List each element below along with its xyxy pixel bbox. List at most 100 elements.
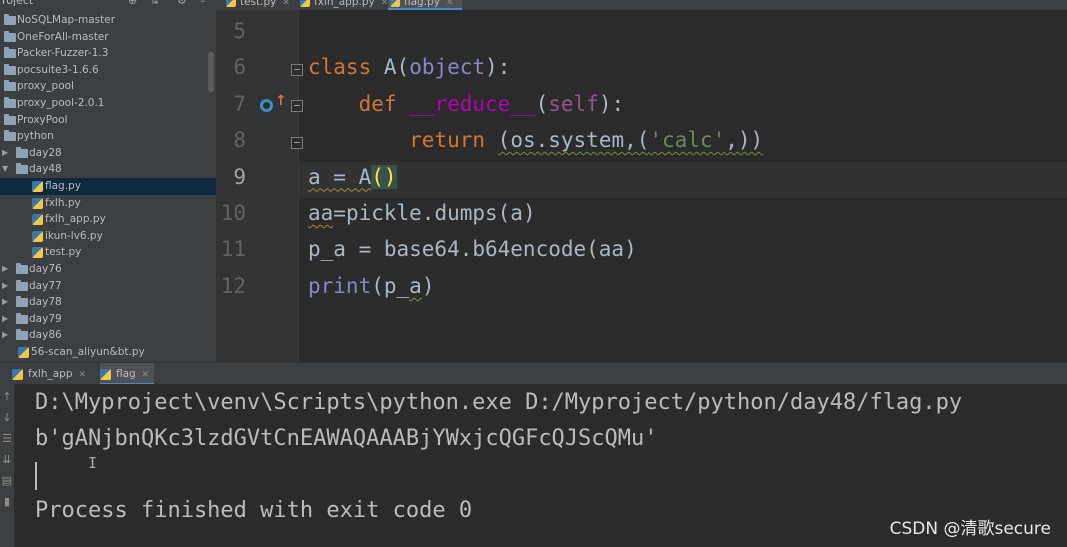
override-method-icon[interactable]	[260, 99, 273, 112]
close-icon[interactable]: ✕	[446, 0, 454, 8]
editor-tab-label: test.py	[240, 0, 277, 8]
collapse-icon[interactable]: ⇅	[150, 0, 159, 7]
python-file-icon	[226, 0, 236, 7]
tree-folder[interactable]: proxy_pool	[0, 78, 216, 95]
editor-tab[interactable]: test.py ✕	[224, 0, 298, 10]
tree-folder[interactable]: Packer-Fuzzer-1.3	[0, 45, 216, 62]
tree-folder[interactable]: python	[0, 128, 216, 145]
folder-icon	[4, 47, 16, 59]
project-title[interactable]: roject	[2, 0, 33, 7]
run-tab-label: flag	[116, 368, 136, 380]
editor-tab[interactable]: flag.py ✕	[388, 0, 462, 10]
folder-icon	[4, 63, 16, 75]
tree-folder[interactable]: ▶ day78	[0, 294, 216, 311]
expand-arrow-icon[interactable]: ▶	[2, 145, 12, 162]
tree-folder[interactable]: ▶ day79	[0, 311, 216, 328]
tree-folder[interactable]: ▼ day48	[0, 161, 216, 178]
code-token: ,))	[725, 128, 764, 153]
gear-icon[interactable]: ⚙	[177, 0, 187, 7]
tree-folder[interactable]: ProxyPool	[0, 112, 216, 129]
tree-item-label: ikun-lv6.py	[45, 229, 103, 242]
fold-marker-icon[interactable]	[291, 64, 303, 76]
expand-arrow-icon[interactable]: ▶	[2, 278, 12, 295]
scroll-to-end-icon[interactable]: ⇊	[1, 453, 13, 466]
python-file-icon	[300, 0, 310, 7]
down-arrow-icon[interactable]: ↓	[1, 411, 13, 424]
tree-folder[interactable]: proxy_pool-2.0.1	[0, 95, 216, 112]
expand-arrow-icon[interactable]: ▶	[2, 261, 12, 278]
tree-item-label: proxy_pool	[17, 80, 74, 93]
watermark: CSDN @清歌secure	[889, 519, 1051, 539]
soft-wrap-icon[interactable]: ☰	[1, 432, 13, 445]
folder-icon	[16, 146, 28, 158]
code-editor[interactable]: 5 6 7 8 9 10 11 12 ↑ class A(object): def __red…	[216, 10, 1067, 362]
folder-icon	[16, 329, 28, 341]
expand-arrow-icon[interactable]: ▶	[2, 327, 12, 344]
code-token: aa	[308, 201, 334, 225]
folder-icon	[16, 312, 28, 324]
code-line: aa=pickle.dumps(a)	[308, 201, 536, 225]
folder-icon	[4, 80, 16, 92]
line-number: 10	[220, 201, 246, 225]
line-number: 8	[233, 128, 246, 153]
code-token: (	[371, 164, 384, 189]
code-token: a	[409, 273, 422, 298]
tree-file[interactable]: fxlh_app.py	[0, 211, 216, 228]
code-token: (p_	[371, 273, 410, 298]
tree-folder[interactable]: NoSQLMap-master	[0, 12, 216, 29]
code-token: object	[409, 55, 486, 80]
tree-file[interactable]: flag.py	[0, 178, 216, 195]
code-token: return	[409, 128, 486, 153]
run-toolbar: ↑ ↓ ☰ ⇊ ▤ ▮	[0, 384, 14, 547]
run-tab[interactable]: flag ✕	[100, 363, 154, 385]
code-line: class A(object):	[308, 55, 510, 79]
collapse-arrow-icon[interactable]: ▼	[2, 161, 12, 178]
folder-icon	[16, 279, 28, 291]
code-token: (	[535, 91, 549, 116]
editor-tab[interactable]: fxlh_app.py ✕	[298, 0, 388, 10]
code-token: __reduce__	[409, 91, 536, 116]
trash-icon[interactable]: ▮	[1, 495, 13, 508]
close-icon[interactable]: ✕	[79, 370, 87, 380]
tree-file[interactable]: 56-scan_aliyun&bt.py	[0, 344, 216, 361]
tree-file[interactable]: fxlh.py	[0, 195, 216, 212]
editor-tab-bar: test.py ✕ fxlh_app.py ✕ flag.py ✕	[216, 0, 1067, 10]
fold-marker-icon[interactable]	[291, 137, 303, 149]
tree-item-label: day48	[29, 163, 62, 176]
tree-folder[interactable]: ▶ day28	[0, 145, 216, 162]
up-arrow-icon[interactable]: ↑	[1, 390, 13, 403]
add-icon[interactable]: ⊕	[128, 0, 137, 7]
minimize-icon[interactable]: –	[200, 0, 206, 7]
tree-item-label: day77	[29, 279, 62, 292]
close-icon[interactable]: ✕	[142, 370, 150, 380]
tree-item-label: day86	[29, 329, 62, 342]
project-scrollbar[interactable]	[208, 52, 214, 92]
tree-item-label: 56-scan_aliyun&bt.py	[31, 346, 145, 358]
expand-arrow-icon[interactable]: ▶	[2, 294, 12, 311]
code-token: print	[308, 273, 372, 298]
tree-folder[interactable]: ▶ day86	[0, 327, 216, 344]
tree-item-label: day79	[29, 312, 62, 325]
tree-folder[interactable]: ▶ day76	[0, 261, 216, 278]
fold-marker-icon[interactable]	[291, 100, 303, 112]
tree-file[interactable]: test.py	[0, 244, 216, 261]
print-icon[interactable]: ▤	[1, 474, 13, 487]
line-number: 11	[220, 237, 246, 262]
python-file-icon	[12, 369, 23, 380]
python-file-icon	[32, 230, 43, 242]
tree-folder[interactable]: ▶ day77	[0, 278, 216, 295]
tree-folder[interactable]: pocsuite3-1.6.6	[0, 62, 216, 79]
expand-arrow-icon[interactable]: ▶	[2, 311, 12, 328]
tree-file[interactable]: ikun-lv6.py	[0, 228, 216, 245]
code-token: )	[383, 164, 397, 189]
python-file-icon	[32, 247, 43, 259]
close-icon[interactable]: ✕	[282, 0, 290, 8]
run-tab[interactable]: fxlh_app ✕	[12, 363, 94, 385]
tree-item-label: proxy_pool-2.0.1	[17, 97, 105, 109]
tree-folder[interactable]: OneForAll-master	[0, 29, 216, 46]
ibeam-cursor-icon: I	[88, 454, 98, 472]
run-tab-label: fxlh_app	[28, 368, 73, 380]
